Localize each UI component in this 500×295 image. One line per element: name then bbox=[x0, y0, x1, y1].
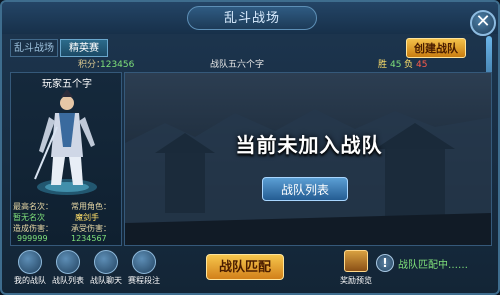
team-icon bbox=[18, 250, 42, 274]
team-panel: 当前未加入战队 战队列表 bbox=[124, 72, 492, 246]
win-value: 45 bbox=[390, 60, 402, 70]
damage-dealt-value: 999999 bbox=[17, 234, 48, 243]
score-value: 123456 bbox=[100, 60, 135, 70]
treasure-chest-icon bbox=[344, 250, 368, 272]
tab-melee-battlefield[interactable]: 乱斗战场 bbox=[10, 39, 58, 57]
team-list-button[interactable]: 战队列表 bbox=[262, 177, 348, 201]
damage-dealt-label: 造成伤害： bbox=[13, 224, 53, 233]
no-team-message: 当前未加入战队 bbox=[235, 133, 383, 157]
player-character-avatar bbox=[34, 89, 97, 195]
reward-preview-label: 奖励预览 bbox=[340, 276, 372, 285]
match-status-text: 战队匹配中…… bbox=[398, 260, 468, 271]
common-role-value: 魔剑手 bbox=[75, 213, 99, 222]
highest-title-label: 最高名次： bbox=[13, 202, 53, 211]
lose-value: 45 bbox=[416, 60, 428, 70]
damage-taken-value: 1234567 bbox=[71, 234, 107, 243]
player-panel: 玩家五个字 最高名次： 常用角色： 暂无名次 魔剑手 造成伤害： 承受伤害： 9… bbox=[10, 72, 122, 246]
tab-elite-match[interactable]: 精英赛 bbox=[60, 39, 108, 57]
list-icon bbox=[56, 250, 80, 274]
lose-label: 负 bbox=[404, 60, 414, 70]
common-role-label: 常用角色： bbox=[71, 202, 111, 211]
team-match-button[interactable]: 战队匹配 bbox=[206, 254, 284, 280]
schedule-bet-button[interactable]: 赛程段注 bbox=[126, 248, 162, 292]
exclamation-icon: ! bbox=[376, 254, 394, 272]
team-name: 战队五六个字 bbox=[210, 60, 265, 70]
schedule-bet-label: 赛程段注 bbox=[128, 276, 160, 285]
background-scenery bbox=[125, 109, 491, 245]
highest-title-value: 暂无名次 bbox=[13, 213, 45, 222]
trophy-icon bbox=[132, 250, 156, 274]
game-window: 乱斗战场 ✕ 乱斗战场 精英赛 创建战队 积分： 123456 战队五六个字 胜… bbox=[0, 0, 500, 295]
close-button[interactable]: ✕ bbox=[470, 10, 496, 36]
chat-icon bbox=[94, 250, 118, 274]
title-bar: 乱斗战场 bbox=[2, 2, 498, 34]
team-list-tab-button[interactable]: 战队列表 bbox=[50, 248, 86, 292]
damage-taken-label: 承受伤害： bbox=[71, 224, 111, 233]
create-team-button[interactable]: 创建战队 bbox=[406, 38, 466, 58]
my-team-button[interactable]: 我的战队 bbox=[12, 248, 48, 292]
stats-bar: 积分： 123456 战队五六个字 胜 45 负 45 bbox=[10, 58, 492, 72]
win-label: 胜 bbox=[378, 60, 388, 70]
window-title: 乱斗战场 bbox=[187, 6, 317, 30]
reward-preview-button[interactable]: 奖励预览 bbox=[336, 248, 376, 292]
bottom-bar: 我的战队 战队列表 战队聊天 赛程段注 战队匹配 奖励预览 ! 战队匹配中…… bbox=[2, 248, 498, 293]
team-chat-button[interactable]: 战队聊天 bbox=[88, 248, 124, 292]
